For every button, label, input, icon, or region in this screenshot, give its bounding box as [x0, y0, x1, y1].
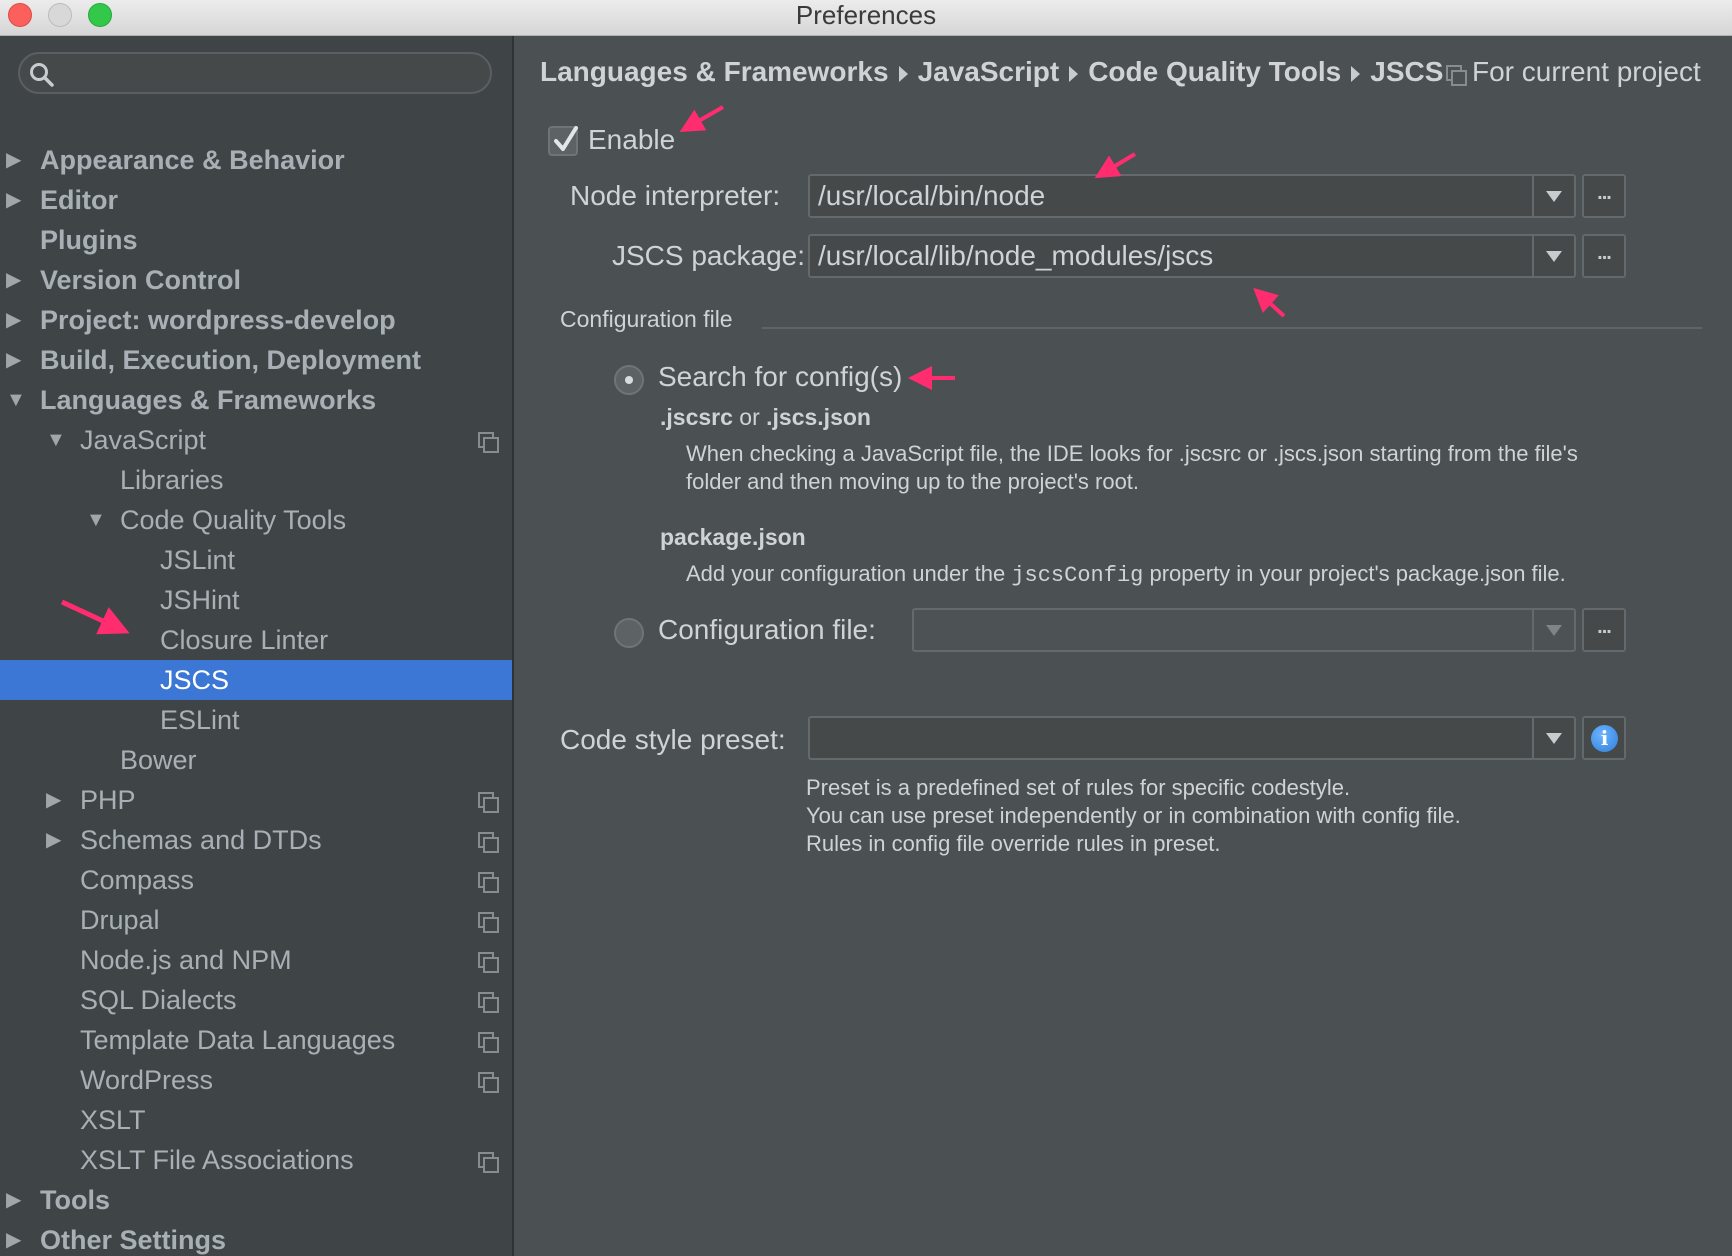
annotation-arrow-icon [60, 599, 130, 635]
annotation-arrow-icon [1253, 287, 1286, 318]
annotation-arrows [60, 105, 1286, 635]
annotation-arrow-icon [1094, 152, 1137, 179]
annotation-arrow-icon [679, 105, 724, 132]
